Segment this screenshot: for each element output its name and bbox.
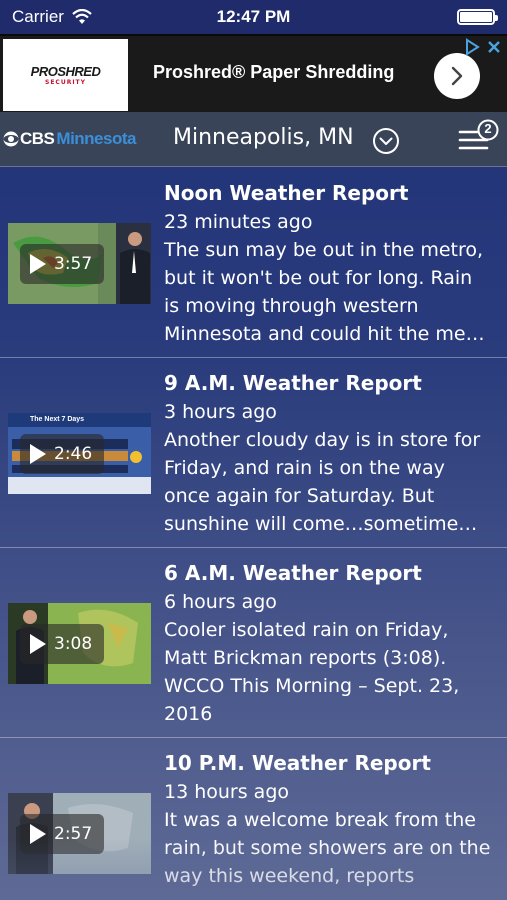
wifi-icon	[72, 9, 92, 24]
video-thumbnail[interactable]: 3:57	[8, 223, 151, 304]
cbs-eye-icon	[3, 131, 19, 147]
item-timestamp: 13 hours ago	[164, 781, 290, 803]
play-button[interactable]: 2:46	[20, 433, 104, 474]
play-icon	[30, 823, 46, 844]
brand-cbs: CBS	[20, 129, 55, 148]
video-thumbnail[interactable]: 3:08	[8, 603, 151, 684]
item-timestamp: 3 hours ago	[164, 401, 277, 423]
item-title: 9 A.M. Weather Report	[164, 371, 422, 395]
menu-button[interactable]: 2	[457, 118, 503, 158]
video-duration: 3:08	[54, 633, 93, 654]
item-timestamp: 23 minutes ago	[164, 211, 313, 233]
item-summary: The sun may be out in the metro, but it …	[164, 239, 485, 345]
location-dropdown-icon[interactable]	[372, 127, 400, 155]
ad-open-button[interactable]	[434, 53, 480, 99]
ad-logo-sub: SECURITY	[45, 79, 86, 86]
app-header: CBS Minnesota Minneapolis, MN	[0, 112, 507, 167]
video-feed: 3:57 Noon Weather Report 23 minutes ago …	[0, 168, 507, 900]
video-thumbnail[interactable]: 2:57	[8, 793, 151, 874]
battery-icon	[457, 9, 498, 25]
item-title: Noon Weather Report	[164, 181, 409, 205]
chevron-right-icon	[451, 66, 463, 86]
adchoices-icon[interactable]	[463, 38, 481, 56]
item-title: 10 P.M. Weather Report	[164, 751, 431, 775]
item-summary: Another cloudy day is in store for Frida…	[164, 429, 481, 535]
menu-badge: 2	[484, 121, 492, 136]
carrier-label: Carrier	[12, 7, 64, 26]
menu-icon	[458, 119, 499, 150]
play-button[interactable]: 3:08	[20, 623, 104, 664]
play-icon	[30, 443, 46, 464]
item-timestamp: 6 hours ago	[164, 591, 277, 613]
video-duration: 2:46	[54, 443, 93, 464]
brand-logo: CBS Minnesota	[3, 129, 136, 149]
item-summary: It was a welcome break from the rain, bu…	[164, 809, 491, 887]
list-item[interactable]: 3:57 Noon Weather Report 23 minutes ago …	[0, 168, 507, 358]
play-icon	[30, 253, 46, 274]
status-bar: Carrier 12:47 PM	[0, 0, 507, 34]
play-icon	[30, 633, 46, 654]
list-item[interactable]: The Next 7 Days 2:46 9 A.M. Weather Repo…	[0, 358, 507, 548]
ad-logo-main: PROSHRED	[30, 64, 101, 79]
ad-title: Proshred® Paper Shredding	[153, 62, 395, 82]
thumb-caption: The Next 7 Days	[30, 416, 85, 423]
brand-city: Minnesota	[56, 129, 136, 148]
item-title: 6 A.M. Weather Report	[164, 561, 422, 585]
video-duration: 3:57	[54, 253, 93, 274]
play-button[interactable]: 3:57	[20, 243, 104, 284]
video-thumbnail[interactable]: The Next 7 Days 2:46	[8, 413, 151, 494]
play-button[interactable]: 2:57	[20, 813, 104, 854]
video-duration: 2:57	[54, 823, 93, 844]
item-summary: Cooler isolated rain on Friday, Matt Bri…	[164, 619, 460, 725]
ad-close-icon[interactable]	[485, 38, 503, 56]
location-label[interactable]: Minneapolis, MN	[173, 125, 354, 150]
ad-logo: PROSHRED SECURITY	[3, 39, 128, 111]
list-item[interactable]: 2:57 10 P.M. Weather Report 13 hours ago…	[0, 738, 507, 900]
ad-banner[interactable]: PROSHRED SECURITY Proshred® Paper Shredd…	[0, 34, 507, 112]
list-item[interactable]: 3:08 6 A.M. Weather Report 6 hours ago C…	[0, 548, 507, 738]
